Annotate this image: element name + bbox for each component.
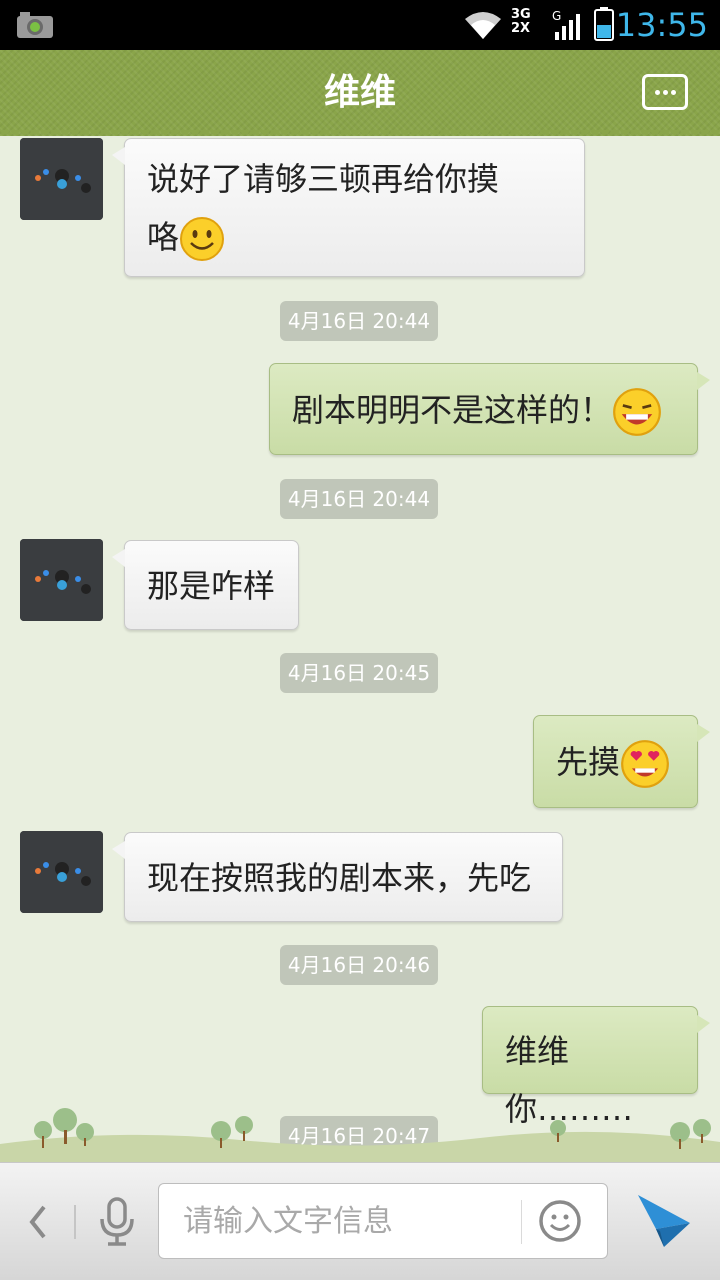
message-timestamp: 4月16日 20:45 <box>280 653 438 693</box>
chevron-left-icon[interactable] <box>22 1197 52 1247</box>
message-bubble-outgoing[interactable]: 维维 你……… <box>482 1006 710 1128</box>
message-text: 说好了请够三顿再给你摸 <box>147 160 500 198</box>
input-placeholder: 请输入文字信息 <box>183 1204 393 1239</box>
grin-emoji-icon <box>613 388 661 436</box>
network-type-indicator: 3G 2X <box>511 7 531 36</box>
contact-name-title: 维维 <box>323 72 396 113</box>
message-bubble-outgoing[interactable]: 剧本明明不是这样的！ <box>269 363 710 455</box>
contact-avatar[interactable] <box>20 539 103 621</box>
message-bubble-outgoing[interactable]: 先摸 <box>533 715 710 808</box>
smile-emoji-icon <box>180 217 225 261</box>
contact-avatar[interactable] <box>20 138 103 220</box>
send-plane-icon[interactable] <box>634 1191 694 1251</box>
status-bar: 3G 2X G 13:55 <box>0 0 720 50</box>
signal-strength-icon: G <box>552 9 580 40</box>
message-bubble-incoming[interactable]: 说好了请够三顿再给你摸 咯 <box>112 138 585 277</box>
wifi-icon <box>465 12 501 39</box>
clock: 13:55 <box>615 6 708 44</box>
contact-avatar[interactable] <box>20 831 103 913</box>
message-timestamp: 4月16日 20:46 <box>280 945 438 985</box>
heart-eyes-emoji-icon <box>621 740 669 788</box>
message-text: 现在按照我的剧本来，先吃 <box>147 859 532 897</box>
chat-message-list[interactable]: 说好了请够三顿再给你摸 咯 4月16日 20:44 剧本明明不是这样的！ 4月1… <box>0 136 720 1162</box>
decorative-scenery <box>0 1108 720 1162</box>
more-options-button[interactable] <box>642 74 688 110</box>
message-timestamp: 4月16日 20:44 <box>280 479 438 519</box>
battery-icon <box>594 7 614 41</box>
message-input-field[interactable]: 请输入文字信息 <box>158 1183 608 1259</box>
toolbar-divider <box>74 1205 76 1239</box>
message-text: 那是咋样 <box>147 567 276 605</box>
message-text: 先摸 <box>556 743 621 781</box>
smiley-icon[interactable] <box>537 1198 583 1244</box>
svg-text:G: G <box>552 9 561 23</box>
message-input-bar: 请输入文字信息 <box>0 1162 720 1280</box>
message-text: 剧本明明不是这样的！ <box>292 391 613 429</box>
message-text: 咯 <box>147 218 180 256</box>
field-divider <box>521 1200 522 1244</box>
message-timestamp: 4月16日 20:44 <box>280 301 438 341</box>
more-dots-icon <box>655 90 660 95</box>
chat-header: 维维 <box>0 50 720 136</box>
screenshot-camera-icon <box>17 12 53 38</box>
message-bubble-incoming[interactable]: 那是咋样 <box>112 540 299 630</box>
message-bubble-incoming[interactable]: 现在按照我的剧本来，先吃 <box>112 832 563 922</box>
microphone-icon[interactable] <box>96 1197 138 1247</box>
